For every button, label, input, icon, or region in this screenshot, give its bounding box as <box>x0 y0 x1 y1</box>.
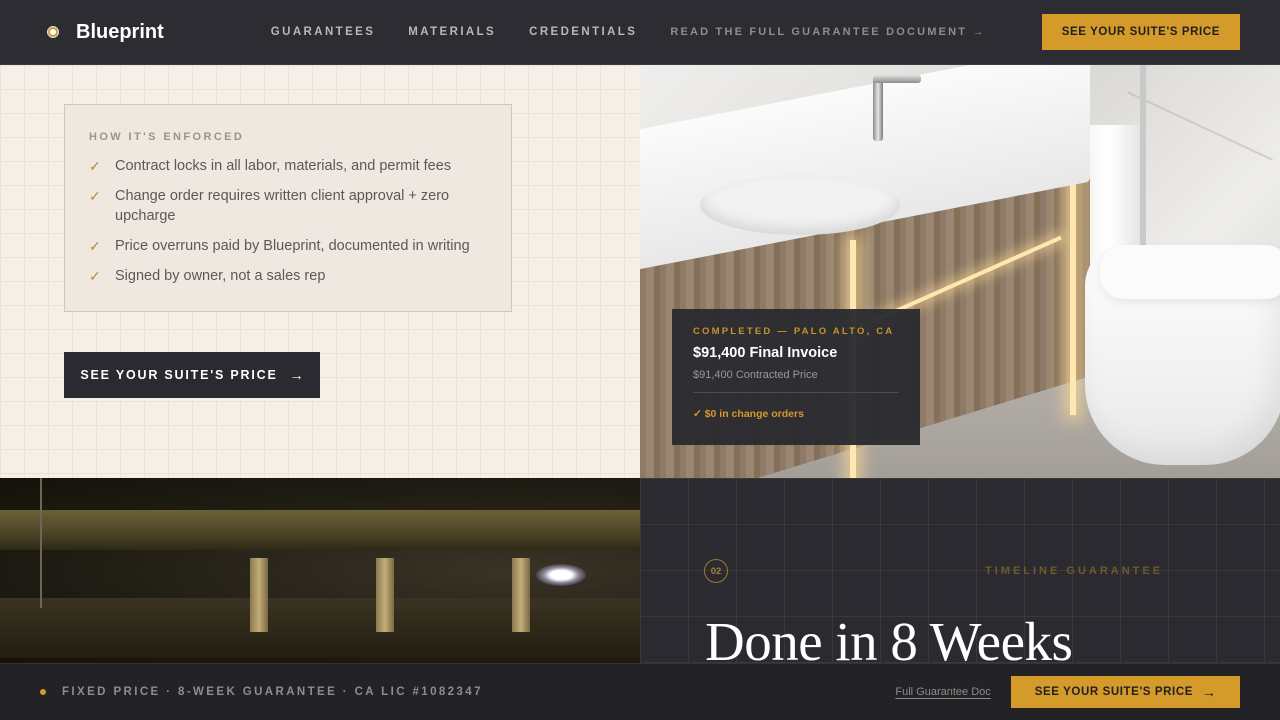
page: Blueprint GUARANTEES MATERIALS CREDENTIA… <box>0 0 1280 720</box>
see-price-button-label: SEE YOUR SUITE'S PRICE <box>80 368 278 382</box>
bottom-see-price-label: SEE YOUR SUITE'S PRICE <box>1034 686 1193 698</box>
check-icon: ✓ <box>89 238 101 254</box>
check-icon: ✓ <box>89 188 101 204</box>
full-guarantee-doc-link[interactable]: Full Guarantee Doc <box>895 686 990 698</box>
sink <box>700 175 900 235</box>
check-icon: ✓ <box>89 268 101 284</box>
check-icon: ✓ <box>89 158 101 174</box>
see-price-button[interactable]: SEE YOUR SUITE'S PRICE → <box>64 352 320 398</box>
list-item: ✓ Price overruns paid by Blueprint, docu… <box>89 236 487 256</box>
list-item-text: Change order requires written client app… <box>115 188 450 224</box>
attic-photo <box>0 478 640 663</box>
enforcement-list: ✓ Contract locks in all labor, materials… <box>89 156 487 286</box>
nav-item-credentials[interactable]: CREDENTIALS <box>529 26 637 38</box>
list-item-text: Contract locks in all labor, materials, … <box>115 158 452 174</box>
nav-item-materials[interactable]: MATERIALS <box>408 26 496 38</box>
invoice-change-orders: ✓ $0 in change orders <box>693 408 804 420</box>
status-dot-icon <box>40 689 46 695</box>
step-number-badge: 02 <box>704 559 728 583</box>
enforcement-label: HOW IT'S ENFORCED <box>89 131 245 143</box>
faucet <box>873 77 883 141</box>
main-nav: GUARANTEES MATERIALS CREDENTIALS READ TH… <box>271 26 986 38</box>
header-see-price-button[interactable]: SEE YOUR SUITE'S PRICE <box>1041 14 1240 50</box>
list-item: ✓ Change order requires written client a… <box>89 186 487 226</box>
brand[interactable]: Blueprint <box>44 21 164 44</box>
arrow-right-icon: → <box>1202 684 1216 700</box>
bathroom-photo: COMPLETED — PALO ALTO, CA $91,400 Final … <box>640 65 1280 478</box>
gear-icon <box>44 23 62 41</box>
list-item: ✓ Signed by owner, not a sales rep <box>89 266 487 286</box>
enforcement-box: HOW IT'S ENFORCED ✓ Contract locks in al… <box>64 104 512 312</box>
divider <box>693 392 899 393</box>
timeline-label: TIMELINE GUARANTEE <box>985 565 1164 577</box>
brand-name: Blueprint <box>76 20 164 43</box>
invoice-location: COMPLETED — PALO ALTO, CA <box>693 326 895 337</box>
nav-item-guarantees[interactable]: GUARANTEES <box>271 26 376 38</box>
timeline-guarantee-section: 02 TIMELINE GUARANTEE Done in 8 Weeks <box>640 478 1280 663</box>
enforcement-section: HOW IT'S ENFORCED ✓ Contract locks in al… <box>0 65 640 478</box>
guarantee-summary: FIXED PRICE · 8-WEEK GUARANTEE · CA LIC … <box>62 686 483 698</box>
list-item-text: Price overruns paid by Blueprint, docume… <box>115 238 470 254</box>
sticky-bottom-bar: FIXED PRICE · 8-WEEK GUARANTEE · CA LIC … <box>0 663 1280 720</box>
invoice-card: COMPLETED — PALO ALTO, CA $91,400 Final … <box>672 309 920 445</box>
list-item-text: Signed by owner, not a sales rep <box>115 268 326 284</box>
nav-guarantee-document-link[interactable]: READ THE FULL GUARANTEE DOCUMENT → <box>670 26 985 38</box>
arrow-right-icon: → <box>289 367 304 383</box>
invoice-contracted-price: $91,400 Contracted Price <box>693 369 818 381</box>
bottom-see-price-button[interactable]: SEE YOUR SUITE'S PRICE → <box>1010 676 1240 708</box>
invoice-final-amount: $91,400 Final Invoice <box>693 345 838 361</box>
list-item: ✓ Contract locks in all labor, materials… <box>89 156 487 176</box>
top-nav-bar: Blueprint GUARANTEES MATERIALS CREDENTIA… <box>0 0 1280 65</box>
timeline-heading: Done in 8 Weeks <box>705 611 1073 663</box>
